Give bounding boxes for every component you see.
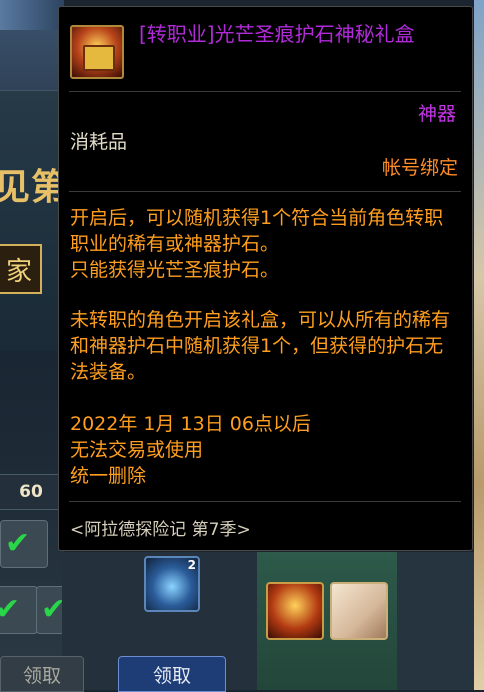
gift-box-reward-icon[interactable] [266, 582, 324, 640]
item-rarity: 神器 [417, 103, 456, 125]
item-type: 消耗品 [70, 131, 128, 153]
expiry-line: 统一删除 [70, 465, 147, 487]
background-banner [0, 90, 64, 351]
scroll-reward-icon[interactable] [330, 582, 388, 640]
reward-column-right [397, 552, 484, 690]
item-name: [转职业]光芒圣痕护石神秘礼盒 [139, 22, 415, 46]
item-expiry-note: 2022年 1月 13日 06点以后 无法交易或使用 统一删除 [70, 411, 460, 489]
checkmark-icon: ✔ [0, 592, 21, 627]
cube-count-badge: 2 [187, 558, 196, 572]
item-description-1: 开启后，可以随机获得1个符合当前角色转职职业的稀有或神器护石。 只能获得光芒圣痕… [70, 207, 444, 281]
level-count: 60 [0, 474, 62, 510]
reward-slot-claimed: ✔ [0, 520, 48, 568]
background-top-bar [0, 0, 64, 30]
tooltip-divider [69, 91, 461, 92]
background-art-strip [474, 0, 484, 690]
cube-reward-icon[interactable]: 2 [144, 556, 200, 612]
item-description-2: 未转职的角色开启该礼盒，可以从所有的稀有和神器护石中随机获得1个，但获得的护石无… [70, 309, 451, 383]
family-button[interactable]: 家 [0, 244, 42, 294]
gift-graphic [83, 45, 115, 71]
tooltip-divider [69, 191, 461, 192]
claim-button-disabled[interactable]: 领取 [0, 656, 84, 692]
gift-box-icon [70, 25, 124, 79]
claim-button[interactable]: 领取 [118, 656, 226, 692]
expiry-line: 无法交易或使用 [70, 439, 204, 461]
item-binding: 帐号绑定 [381, 157, 458, 179]
tooltip-divider [69, 501, 461, 502]
tooltip-header: [转职业]光芒圣痕护石神秘礼盒 [59, 7, 472, 89]
checkmark-icon: ✔ [5, 526, 31, 561]
item-tooltip: [转职业]光芒圣痕护石神秘礼盒 神器 消耗品 帐号绑定 开启后，可以随机获得1个… [58, 6, 473, 551]
item-source: <阿拉德探险记 第7季> [70, 520, 251, 540]
reward-slot-claimed: ✔ [0, 586, 38, 634]
expiry-line: 2022年 1月 13日 06点以后 [70, 413, 311, 435]
